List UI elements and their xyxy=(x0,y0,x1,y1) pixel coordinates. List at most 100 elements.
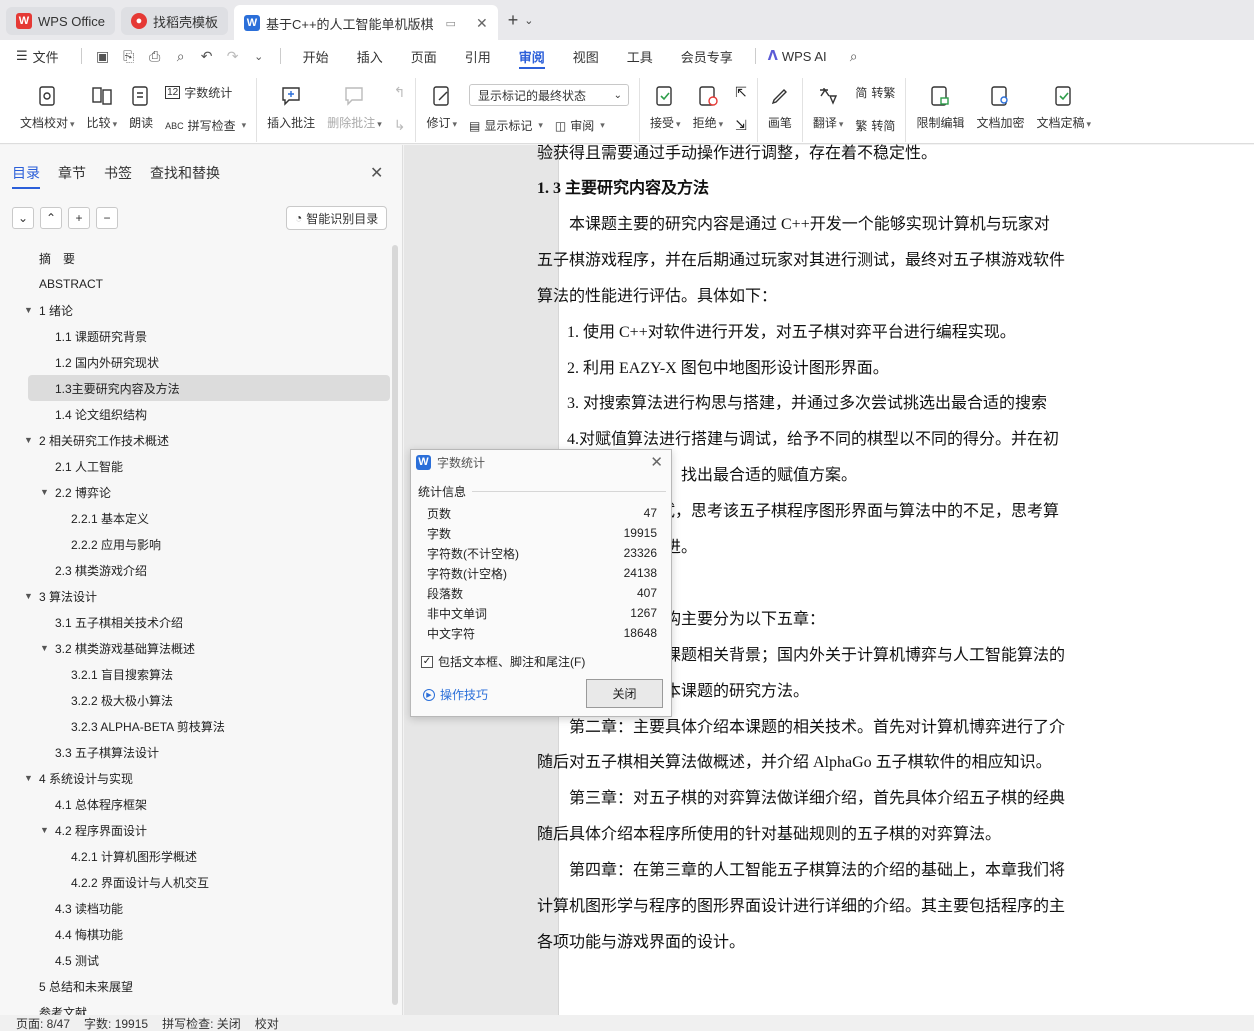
status-spell[interactable]: 拼写检查: 关闭 xyxy=(162,1015,241,1031)
toc-item[interactable]: ▼ 2.2 博弈论 xyxy=(0,479,392,505)
smart-toc-button[interactable]: ◔ 智能识别目录 xyxy=(286,206,388,230)
toc-item[interactable]: ▼ 3.2 棋类游戏基础算法概述 xyxy=(0,635,392,661)
toc-item[interactable]: 4.5 测试 xyxy=(0,947,392,973)
prev-change-icon[interactable]: ⇱ xyxy=(735,84,747,101)
toc-item[interactable]: 3.3 五子棋算法设计 xyxy=(0,739,392,765)
export-icon[interactable]: ⎘ xyxy=(116,40,142,72)
add-heading-icon[interactable]: + xyxy=(68,207,90,229)
tab-wps-office[interactable]: W WPS Office xyxy=(6,7,115,35)
toc-item[interactable]: ▼ 3 算法设计 xyxy=(0,583,392,609)
markup-state-select[interactable]: 显示标记的最终状态 ⌄ xyxy=(469,84,630,106)
toc-item[interactable]: 5 总结和未来展望 xyxy=(0,973,392,999)
toc-item[interactable]: 1.3主要研究内容及方法 xyxy=(28,375,390,401)
wps-ai-button[interactable]: ᐱ WPS AI xyxy=(764,40,841,72)
menu-view[interactable]: 视图 xyxy=(559,40,613,72)
tab-document[interactable]: W 基于C++的人工智能单机版棋 ▭ ✕ xyxy=(233,5,498,41)
toc-item[interactable]: 3.2.2 极大极小算法 xyxy=(0,687,392,713)
insert-comment-button[interactable]: 插入批注 xyxy=(261,78,321,138)
tab-bookmark[interactable]: 书签 xyxy=(104,163,132,183)
restrict-edit-button[interactable]: 限制编辑 xyxy=(910,78,970,138)
toc-item[interactable]: 3.1 五子棋相关技术介绍 xyxy=(0,609,392,635)
toc-item[interactable]: 2.3 棋类游戏介绍 xyxy=(0,557,392,583)
close-button[interactable]: 关闭 xyxy=(586,679,663,708)
compare-button[interactable]: 比较 ▾ xyxy=(81,78,124,138)
remove-heading-icon[interactable]: − xyxy=(96,207,118,229)
scrollbar[interactable] xyxy=(392,245,398,1005)
revise-button[interactable]: 修订 ▾ xyxy=(420,78,463,138)
accept-button[interactable]: 接受 ▾ xyxy=(644,78,687,138)
toc-item[interactable]: 4.1 总体程序框架 xyxy=(0,791,392,817)
close-icon[interactable]: ✕ xyxy=(650,453,663,471)
search-icon[interactable]: ⌕ xyxy=(841,40,867,72)
status-words[interactable]: 字数: 19915 xyxy=(84,1015,148,1031)
translate-button[interactable]: 翻译 ▾ xyxy=(807,78,850,138)
menu-page[interactable]: 页面 xyxy=(397,40,451,72)
toc-item[interactable]: ▼ 1 绪论 xyxy=(0,297,392,323)
expand-triangle-icon[interactable]: ▼ xyxy=(40,825,49,835)
save-icon[interactable]: ▣ xyxy=(90,40,116,72)
undo-icon[interactable]: ↶ xyxy=(194,40,220,72)
status-proof[interactable]: 校对 xyxy=(255,1015,279,1031)
toc-item[interactable]: 1.1 课题研究背景 xyxy=(0,323,392,349)
toc-item[interactable]: 4.2.1 计算机图形学概述 xyxy=(0,843,392,869)
collapse-up-icon[interactable]: ⌃ xyxy=(40,207,62,229)
close-icon[interactable]: ✕ xyxy=(370,163,383,183)
toc-item[interactable]: 1.2 国内外研究现状 xyxy=(0,349,392,375)
tab-find-replace[interactable]: 查找和替换 xyxy=(150,163,220,183)
next-change-icon[interactable]: ⇲ xyxy=(735,117,747,134)
toc-item[interactable]: 2.2.1 基本定义 xyxy=(0,505,392,531)
status-page[interactable]: 页面: 8/47 xyxy=(16,1015,70,1031)
menu-reference[interactable]: 引用 xyxy=(451,40,505,72)
expand-triangle-icon[interactable]: ▼ xyxy=(40,487,49,497)
checkbox-icon[interactable]: ✓ xyxy=(421,655,433,668)
to-simplified-button[interactable]: 繁 转简 xyxy=(855,117,895,134)
prev-comment-icon[interactable]: ↰ xyxy=(394,84,406,101)
toc-item[interactable]: 3.2.3 ALPHA-BETA 剪枝算法 xyxy=(0,713,392,739)
menu-member[interactable]: 会员专享 xyxy=(667,40,747,72)
finalize-button[interactable]: 文档定稿 ▾ xyxy=(1030,78,1097,138)
show-markup-button[interactable]: ▤ 显示标记 ▾ xyxy=(469,117,543,134)
toc-item[interactable]: 1.4 论文组织结构 xyxy=(0,401,392,427)
expand-triangle-icon[interactable]: ▼ xyxy=(40,643,49,653)
word-count-button[interactable]: 12 字数统计 xyxy=(165,84,246,101)
expand-triangle-icon[interactable]: ▼ xyxy=(24,773,33,783)
expand-triangle-icon[interactable]: ▼ xyxy=(24,591,33,601)
tips-link[interactable]: ▶ 操作技巧 xyxy=(423,686,488,703)
review-pane-button[interactable]: ◫ 审阅 ▾ xyxy=(555,117,605,134)
toc-item[interactable]: ABSTRACT xyxy=(0,271,392,297)
menu-tools[interactable]: 工具 xyxy=(613,40,667,72)
delete-comment-button[interactable]: 删除批注 ▾ xyxy=(321,78,388,138)
add-tab-icon[interactable]: + xyxy=(508,10,519,31)
toc-item[interactable]: 4.2.2 界面设计与人机交互 xyxy=(0,869,392,895)
tab-chapter[interactable]: 章节 xyxy=(58,163,86,183)
expand-triangle-icon[interactable]: ▼ xyxy=(24,435,33,445)
toc-item[interactable]: ▼ 2 相关研究工作技术概述 xyxy=(0,427,392,453)
collapse-down-icon[interactable]: ⌄ xyxy=(12,207,34,229)
reject-button[interactable]: 拒绝 ▾ xyxy=(687,78,730,138)
redo-icon[interactable]: ↷ xyxy=(220,40,246,72)
tab-toc[interactable]: 目录 xyxy=(12,163,40,189)
toc-item[interactable]: 4.4 悔棋功能 xyxy=(0,921,392,947)
draw-button[interactable]: 画笔 xyxy=(762,78,798,138)
chevron-down-icon[interactable]: ⌄ xyxy=(524,14,533,27)
spell-check-button[interactable]: ABC 拼写检查 ▾ xyxy=(165,117,246,134)
menu-review[interactable]: 审阅 xyxy=(505,40,559,72)
tab-template[interactable]: ● 找稻壳模板 xyxy=(120,7,228,35)
read-aloud-button[interactable]: 朗读 xyxy=(123,78,159,138)
print-icon[interactable]: ⎙ xyxy=(142,40,168,72)
next-comment-icon[interactable]: ↳ xyxy=(394,117,406,134)
toc-item[interactable]: 2.1 人工智能 xyxy=(0,453,392,479)
toc-item[interactable]: ▼ 4.2 程序界面设计 xyxy=(0,817,392,843)
expand-triangle-icon[interactable]: ▼ xyxy=(24,305,33,315)
print-preview-icon[interactable]: ⌕ xyxy=(168,40,194,72)
file-menu[interactable]: ☰ 文件 xyxy=(16,40,73,72)
chevron-down-icon[interactable]: ⌄ xyxy=(246,40,272,72)
toc-item[interactable]: 摘 要 xyxy=(0,245,392,271)
toc-item[interactable]: ▼ 4 系统设计与实现 xyxy=(0,765,392,791)
close-icon[interactable]: ✕ xyxy=(476,15,488,32)
doc-check-button[interactable]: 文档校对 ▾ xyxy=(14,78,81,138)
toc-item[interactable]: 3.2.1 盲目搜索算法 xyxy=(0,661,392,687)
toc-item[interactable]: 4.3 读档功能 xyxy=(0,895,392,921)
include-textbox-checkbox[interactable]: ✓ 包括文本框、脚注和尾注(F) xyxy=(421,653,585,670)
menu-home[interactable]: 开始 xyxy=(289,40,343,72)
